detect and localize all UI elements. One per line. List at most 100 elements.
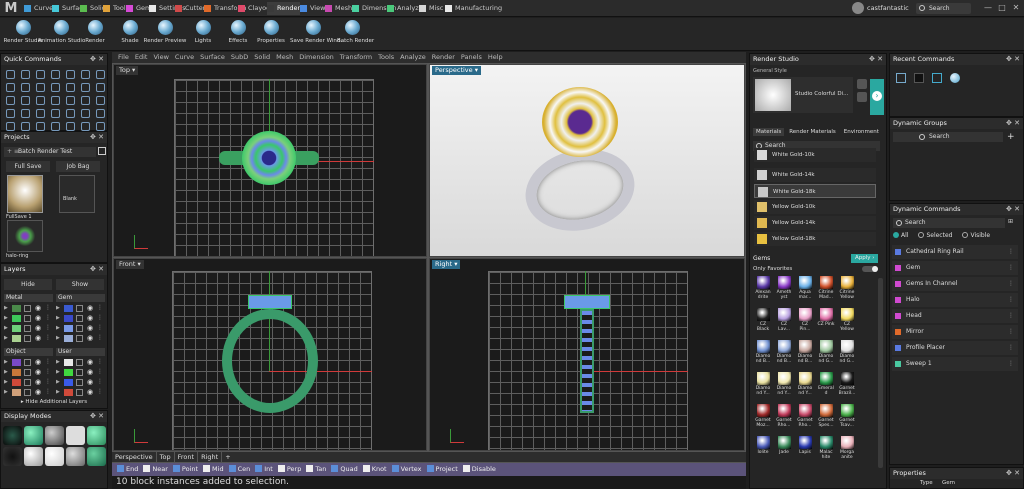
user-account[interactable]: castfantastic: [852, 2, 909, 15]
eye-icon[interactable]: ◉: [35, 334, 41, 342]
material-item[interactable]: Yellow Gold-10k: [754, 200, 876, 214]
layer-row[interactable]: ▶ ◉ ⋮: [4, 388, 53, 397]
checkbox[interactable]: [277, 465, 285, 472]
layer-menu-icon[interactable]: ⋮: [97, 358, 103, 365]
tab-manufacturing[interactable]: Manufacturing: [445, 2, 502, 15]
folder-icon[interactable]: [98, 147, 106, 155]
quick-command-icon[interactable]: [81, 96, 90, 105]
gem-material-item[interactable]: Diamo nd B...: [775, 340, 793, 370]
quick-command-icon[interactable]: [36, 109, 45, 118]
dynamic-command-item[interactable]: Head ⋮: [892, 309, 1018, 323]
osnap-cen[interactable]: Cen: [228, 465, 250, 473]
gem-material-item[interactable]: Citrine Mad...: [817, 276, 835, 306]
lock-icon[interactable]: [76, 305, 83, 312]
layer-row[interactable]: ▶ ◉ ⋮: [56, 304, 105, 313]
gem-material-item[interactable]: Alexan drite: [754, 276, 772, 306]
dynamic-command-item[interactable]: Gem ⋮: [892, 261, 1018, 275]
menu-tools[interactable]: Tools: [378, 53, 394, 61]
tool-save-render-wind-button[interactable]: Save Render Wind...: [290, 20, 346, 44]
gem-material-item[interactable]: Diamo nd B...: [754, 340, 772, 370]
lock-icon[interactable]: [76, 335, 83, 342]
menu-transform[interactable]: Transform: [340, 53, 372, 61]
menu-subd[interactable]: SubD: [231, 53, 248, 61]
grid-view-icon[interactable]: [896, 73, 906, 83]
layer-menu-icon[interactable]: ⋮: [45, 324, 51, 331]
eye-icon[interactable]: ◉: [87, 368, 93, 376]
lock-icon[interactable]: [24, 315, 31, 322]
quick-command-icon[interactable]: [6, 96, 15, 105]
quick-command-icon[interactable]: [21, 109, 30, 118]
viewport-tab-perspective[interactable]: Perspective: [112, 452, 157, 462]
quick-command-icon[interactable]: [6, 83, 15, 92]
quick-command-icon[interactable]: [6, 70, 15, 79]
lock-icon[interactable]: [24, 379, 31, 386]
layer-row[interactable]: ▶ ◉ ⋮: [56, 368, 105, 377]
checkbox[interactable]: [362, 465, 370, 472]
viewport-top[interactable]: Top ▾: [113, 64, 427, 257]
eye-icon[interactable]: ◉: [87, 324, 93, 332]
layer-expand-icon[interactable]: ▶: [56, 369, 60, 375]
show-layers-button[interactable]: Show: [56, 279, 104, 290]
layer-menu-icon[interactable]: ⋮: [45, 334, 51, 341]
quick-command-icon[interactable]: [96, 109, 105, 118]
gem-material-item[interactable]: Emeral d: [817, 372, 835, 402]
menu-analyze[interactable]: Analyze: [400, 53, 426, 61]
menu-dimension[interactable]: Dimension: [299, 53, 334, 61]
gem-material-item[interactable]: Diamo nd B...: [796, 340, 814, 370]
dynamic-command-item[interactable]: Profile Placer ⋮: [892, 341, 1018, 355]
layer-menu-icon[interactable]: ⋮: [97, 334, 103, 341]
eye-icon[interactable]: ◉: [87, 388, 93, 396]
osnap-project[interactable]: Project: [426, 465, 458, 473]
osnap-tan[interactable]: Tan: [306, 465, 326, 473]
gem-material-item[interactable]: Garnet Moz...: [754, 404, 772, 434]
panel-controls[interactable]: ✥ ✕: [1006, 118, 1020, 129]
quick-command-icon[interactable]: [51, 109, 60, 118]
viewport-label-right[interactable]: Right ▾: [432, 260, 461, 269]
tab-view[interactable]: View: [300, 2, 325, 15]
quick-command-icon[interactable]: [36, 96, 45, 105]
eye-icon[interactable]: ◉: [35, 368, 41, 376]
lock-icon[interactable]: [24, 305, 31, 312]
gem-material-item[interactable]: Diamo nd Y...: [796, 372, 814, 402]
tool-render-preview-button[interactable]: Render Preview: [142, 20, 188, 44]
lock-icon[interactable]: [76, 379, 83, 386]
gem-material-item[interactable]: Garnet Brazil...: [838, 372, 856, 402]
layer-color-swatch[interactable]: [64, 359, 73, 366]
layer-row[interactable]: ▶ ◉ ⋮: [4, 368, 53, 377]
tab-clayoo[interactable]: Clayoo: [238, 2, 270, 15]
material-item[interactable]: White Gold-10k: [754, 148, 876, 162]
tab-mesh[interactable]: Mesh: [325, 2, 352, 15]
panel-controls[interactable]: ✥ ✕: [90, 411, 104, 422]
layer-color-swatch[interactable]: [64, 325, 73, 332]
layer-menu-icon[interactable]: ⋮: [97, 388, 103, 395]
filter-all[interactable]: All: [893, 232, 908, 239]
tool-properties-button[interactable]: Properties: [256, 20, 286, 44]
quick-command-icon[interactable]: [81, 122, 90, 131]
tool-render-button[interactable]: Render: [80, 20, 110, 44]
eye-icon[interactable]: ◉: [35, 388, 41, 396]
quick-command-icon[interactable]: [81, 83, 90, 92]
osnap-point[interactable]: Point: [172, 465, 198, 473]
layer-row[interactable]: ▶ ◉ ⋮: [4, 378, 53, 387]
layer-menu-icon[interactable]: ⋮: [45, 378, 51, 385]
layer-row[interactable]: ▶ ◉ ⋮: [56, 358, 105, 367]
layer-expand-icon[interactable]: ▶: [56, 359, 60, 365]
layer-row[interactable]: ▶ ◉ ⋮: [56, 314, 105, 323]
viewport-tab-front[interactable]: Front: [175, 452, 199, 462]
layer-color-swatch[interactable]: [12, 359, 21, 366]
filter-visible[interactable]: Visible: [962, 232, 990, 239]
gem-material-item[interactable]: Malac hite: [817, 436, 835, 466]
quick-command-icon[interactable]: [21, 70, 30, 79]
checkbox[interactable]: [143, 465, 151, 472]
gem-material-item[interactable]: Garnet Rho...: [796, 404, 814, 434]
dynamic-command-item[interactable]: Gems In Channel ⋮: [892, 277, 1018, 291]
gem-material-item[interactable]: CZ Pin...: [796, 308, 814, 338]
eye-icon[interactable]: ◉: [35, 358, 41, 366]
gem-material-item[interactable]: Garnet Rho...: [775, 404, 793, 434]
eye-icon[interactable]: ◉: [87, 358, 93, 366]
checkbox[interactable]: [228, 465, 236, 472]
checkbox[interactable]: [426, 465, 434, 472]
checkbox[interactable]: [391, 465, 399, 472]
lock-icon[interactable]: [24, 325, 31, 332]
gem-material-item[interactable]: Lapis: [796, 436, 814, 466]
